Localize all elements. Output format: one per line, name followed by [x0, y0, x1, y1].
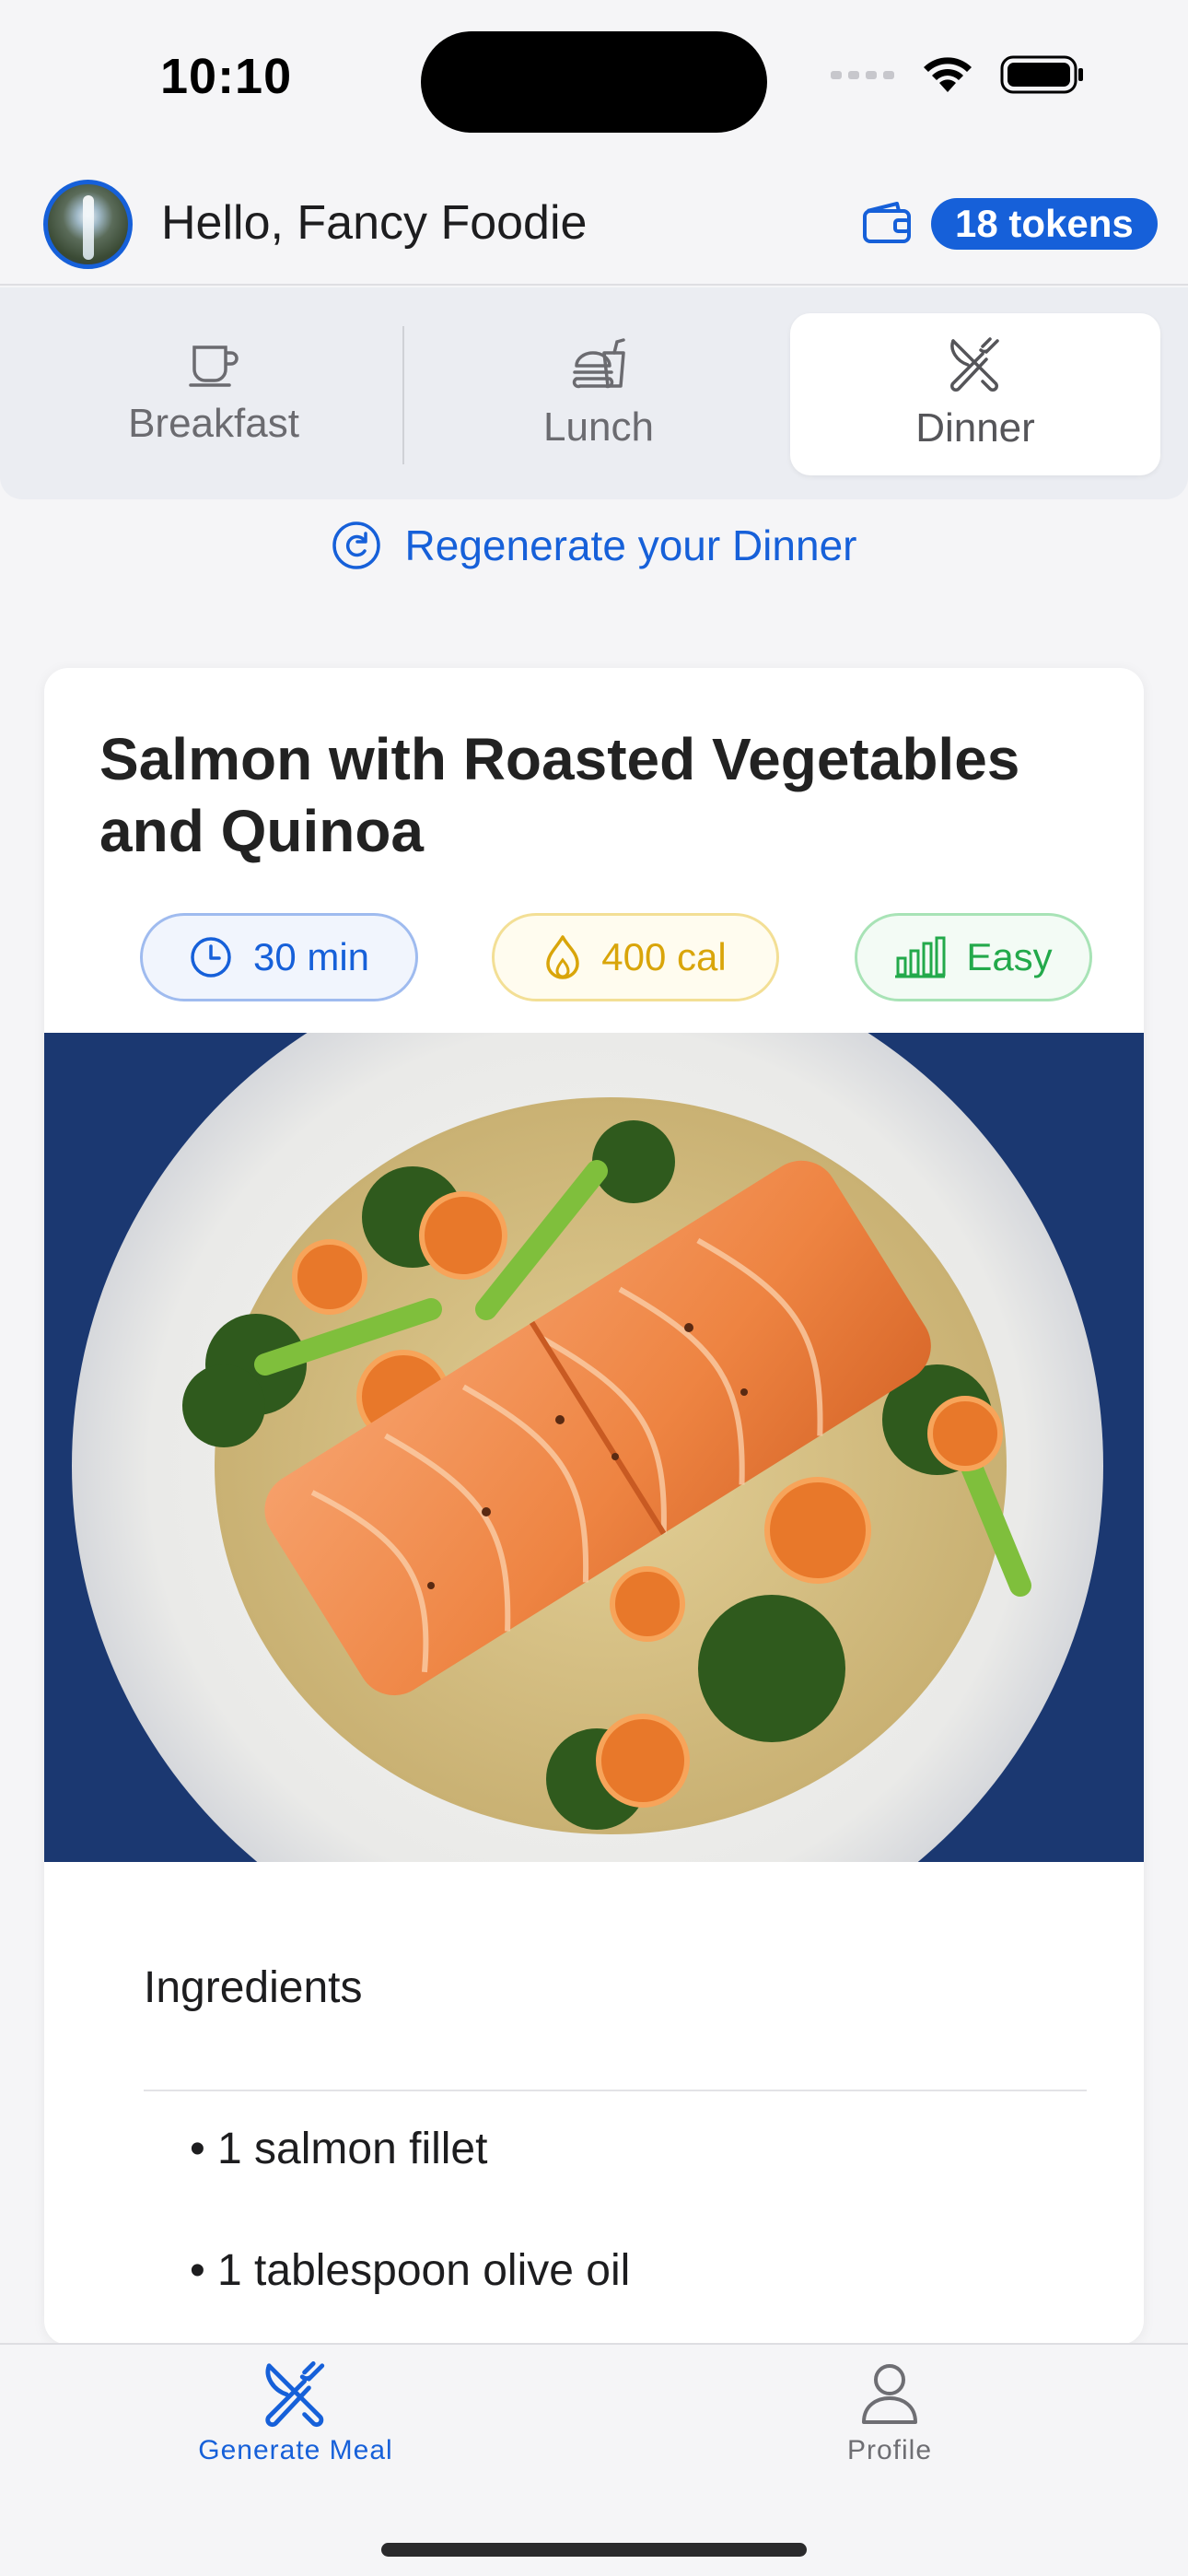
meal-type-selector: Breakfast Lunch Dinner [0, 287, 1188, 499]
token-badge[interactable]: 18 tokens [931, 198, 1158, 250]
difficulty-chip: Easy [855, 913, 1092, 1001]
time-value: 30 min [252, 935, 370, 978]
bullet-icon: • [190, 2125, 205, 2173]
tab-profile[interactable]: Profile [792, 2361, 987, 2466]
status-icons [831, 55, 1085, 94]
refresh-icon [332, 521, 380, 569]
difficulty-value: Easy [966, 935, 1053, 978]
ingredient-item: • 1 salmon fillet [190, 2124, 487, 2174]
status-time: 10:10 [160, 49, 293, 104]
calories-chip: 400 cal [492, 913, 779, 1001]
flame-icon [546, 935, 580, 979]
greeting-text: Hello, Fancy Foodie [161, 196, 588, 250]
bar-chart-icon [895, 936, 946, 978]
tab-dinner[interactable]: Dinner [790, 313, 1160, 475]
wifi-icon [924, 57, 972, 92]
dynamic-island [421, 31, 767, 133]
time-chip: 30 min [140, 913, 418, 1001]
recipe-card: Salmon with Roasted Vegetables and Quino… [44, 668, 1144, 2345]
burger-drink-icon [572, 338, 625, 389]
status-bar: 10:10 [0, 0, 1188, 161]
ingredients-heading: Ingredients [144, 1963, 363, 2012]
app-header: Hello, Fancy Foodie 18 tokens [0, 161, 1188, 286]
ingredient-text: 1 salmon fillet [217, 2125, 488, 2173]
regenerate-button[interactable]: Regenerate your Dinner [0, 521, 1188, 570]
bullet-icon: • [190, 2246, 205, 2295]
cellular-signal-icon [831, 71, 894, 79]
tab-divider [402, 326, 404, 464]
regenerate-label: Regenerate your Dinner [404, 521, 857, 569]
ingredient-text: 1 tablespoon olive oil [217, 2246, 631, 2295]
tab-profile-label: Profile [846, 2435, 933, 2465]
calories-value: 400 cal [601, 935, 727, 978]
battery-icon [1000, 55, 1083, 94]
fork-knife-icon [265, 2361, 325, 2428]
tab-generate-meal-label: Generate Meal [198, 2435, 393, 2465]
tab-dinner-label: Dinner [915, 405, 1035, 451]
tab-breakfast-label: Breakfast [128, 401, 299, 446]
fork-knife-icon [950, 337, 999, 392]
tab-generate-meal[interactable]: Generate Meal [161, 2361, 430, 2466]
coffee-cup-icon [189, 345, 239, 387]
home-indicator [381, 2543, 807, 2557]
recipe-photo [44, 1033, 1144, 1862]
tab-lunch-label: Lunch [543, 404, 654, 450]
tab-breakfast[interactable]: Breakfast [18, 313, 409, 475]
bottom-tab-bar: Generate Meal Profile [0, 2343, 1188, 2576]
tab-lunch[interactable]: Lunch [409, 313, 788, 475]
clock-icon [191, 937, 231, 978]
avatar[interactable] [43, 180, 133, 269]
wallet-icon[interactable] [862, 200, 912, 244]
recipe-title: Salmon with Roasted Vegetables and Quino… [99, 726, 1020, 864]
person-icon [862, 2364, 917, 2424]
ingredient-item: • 1 tablespoon olive oil [190, 2245, 630, 2296]
ingredients-divider [144, 2090, 1087, 2091]
